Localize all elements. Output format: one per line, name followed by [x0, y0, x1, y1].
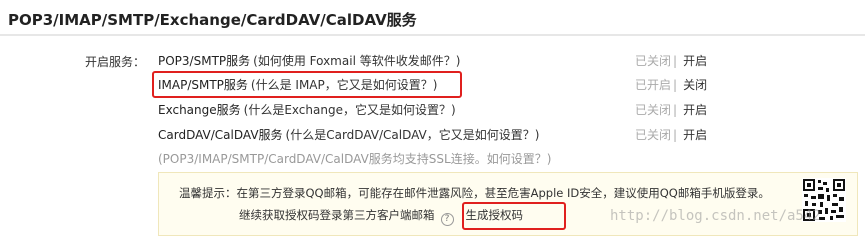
enable-button[interactable]: 开启 [683, 128, 707, 142]
service-help-link[interactable]: (如何使用 Foxmail 等软件收发邮件？) [253, 54, 460, 68]
service-row-exchange: Exchange服务 (什么是Exchange，它又是如何设置？) [158, 101, 858, 121]
disable-button[interactable]: 关闭 [683, 78, 707, 92]
section-header: POP3/IMAP/SMTP/Exchange/CardDAV/CalDAV服务 [0, 0, 865, 36]
watermark-text: http://blog.csdn.net/a542 [610, 208, 821, 224]
service-name: CardDAV/CalDAV服务 [158, 128, 283, 142]
services-label: 开启服务： [85, 55, 146, 69]
enable-button[interactable]: 开启 [683, 54, 707, 68]
ssl-note-link[interactable]: (POP3/IMAP/SMTP/CardDAV/CalDAV服务均支持SSL连接… [158, 150, 551, 167]
status-text: 已关闭 [635, 54, 672, 68]
status-text: 已开启 [635, 78, 672, 92]
status-text: 已关闭 [635, 128, 672, 142]
header-divider [0, 34, 865, 36]
status-separator: | [673, 103, 678, 117]
service-status-exchange: 已关闭 | 开启 [635, 101, 707, 121]
status-separator: | [673, 128, 678, 142]
tip-auth-text: 继续获取授权码登录第三方客户端邮箱 [239, 208, 435, 222]
service-name: POP3/SMTP服务 [158, 54, 251, 68]
service-help-link[interactable]: (什么是CardDAV/CalDAV，它又是如何设置？) [286, 128, 540, 142]
status-separator: | [673, 78, 678, 92]
service-row-pop3: POP3/SMTP服务 (如何使用 Foxmail 等软件收发邮件？) [158, 52, 858, 72]
status-separator: | [673, 54, 678, 68]
service-status-pop3: 已关闭 | 开启 [635, 52, 707, 72]
enable-button[interactable]: 开启 [683, 103, 707, 117]
tip-text: 温馨提示：在第三方登录QQ邮箱，可能存在邮件泄露风险，甚至危害Apple ID安… [179, 186, 770, 200]
auth-code-highlight-box [462, 202, 566, 230]
help-icon[interactable]: ? [440, 213, 454, 226]
status-text: 已关闭 [635, 103, 672, 117]
service-status-carddav: 已关闭 | 开启 [635, 126, 707, 146]
imap-highlight-box [152, 71, 462, 98]
service-status-imap: 已开启 | 关闭 [635, 76, 707, 96]
service-help-link[interactable]: (什么是Exchange，它又是如何设置？) [244, 103, 456, 117]
service-name: Exchange服务 [158, 103, 241, 117]
section-title: POP3/IMAP/SMTP/Exchange/CardDAV/CalDAV服务 [8, 11, 417, 29]
service-row-carddav: CardDAV/CalDAV服务 (什么是CardDAV/CalDAV，它又是如何… [158, 126, 858, 146]
